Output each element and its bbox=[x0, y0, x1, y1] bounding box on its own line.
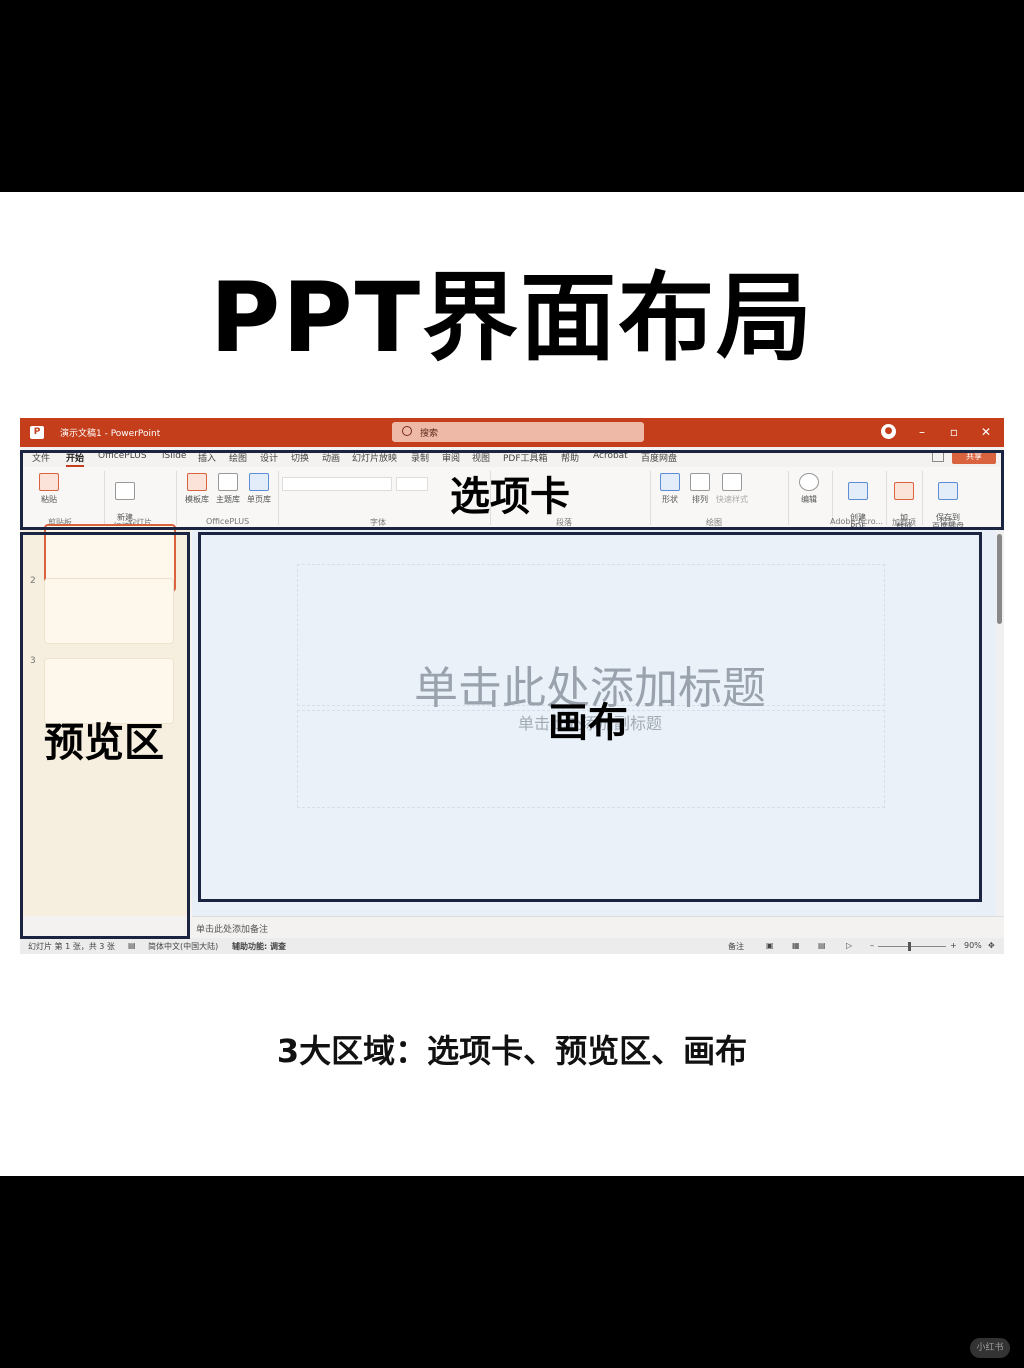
zoom-out-icon[interactable]: – bbox=[870, 941, 874, 950]
preview-region-label: 预览区 bbox=[44, 720, 164, 766]
search-placeholder: 搜索 bbox=[420, 429, 439, 439]
slideshow-icon[interactable]: ▷ bbox=[846, 941, 852, 950]
close-icon[interactable]: ✕ bbox=[978, 424, 994, 440]
notes-placeholder: 单击此处添加备注 bbox=[196, 925, 269, 935]
restore-icon[interactable]: ▫ bbox=[946, 424, 962, 440]
notes-pane[interactable]: 单击此处添加备注 bbox=[192, 916, 1004, 939]
account-avatar-icon[interactable]: ● bbox=[881, 424, 896, 439]
tabs-region-label: 选项卡 bbox=[450, 474, 570, 520]
status-bar: 幻灯片 第 1 张，共 3 张 ▤ 简体中文(中国大陆) 辅助功能: 调查 备注… bbox=[20, 938, 1004, 954]
normal-view-icon[interactable]: ▣ bbox=[766, 941, 774, 950]
spellcheck-icon[interactable]: ▤ bbox=[128, 941, 136, 950]
scrollbar-thumb[interactable] bbox=[997, 534, 1002, 624]
accessibility-indicator[interactable]: 辅助功能: 调查 bbox=[232, 941, 286, 952]
slide-sorter-icon[interactable]: ▦ bbox=[792, 941, 800, 950]
language-indicator[interactable]: 简体中文(中国大陆) bbox=[148, 941, 218, 952]
page-subline: 3大区域：选项卡、预览区、画布 bbox=[276, 1032, 748, 1070]
vertical-scrollbar[interactable] bbox=[996, 530, 1004, 916]
zoom-level[interactable]: 90% bbox=[964, 941, 982, 950]
page-headline: PPT界面布局 bbox=[209, 262, 815, 374]
canvas-region-label: 画布 bbox=[548, 700, 628, 746]
watermark-logo: 小红书 bbox=[970, 1338, 1010, 1358]
slide-counter: 幻灯片 第 1 张，共 3 张 bbox=[28, 942, 115, 951]
search-icon bbox=[402, 426, 412, 436]
zoom-in-icon[interactable]: + bbox=[950, 941, 957, 950]
fit-to-window-icon[interactable]: ✥ bbox=[988, 941, 995, 950]
powerpoint-logo-icon: P bbox=[30, 426, 44, 439]
search-input[interactable]: 搜索 bbox=[392, 422, 644, 442]
title-bar: P 演示文稿1 - PowerPoint 搜索 ● – ▫ ✕ bbox=[20, 418, 1004, 447]
notes-toggle[interactable]: 备注 bbox=[728, 941, 744, 952]
zoom-slider-thumb[interactable] bbox=[908, 942, 911, 951]
window-title: 演示文稿1 - PowerPoint bbox=[60, 429, 161, 439]
reading-view-icon[interactable]: ▤ bbox=[818, 941, 826, 950]
minimize-icon[interactable]: – bbox=[914, 424, 930, 440]
zoom-slider[interactable] bbox=[878, 946, 946, 947]
